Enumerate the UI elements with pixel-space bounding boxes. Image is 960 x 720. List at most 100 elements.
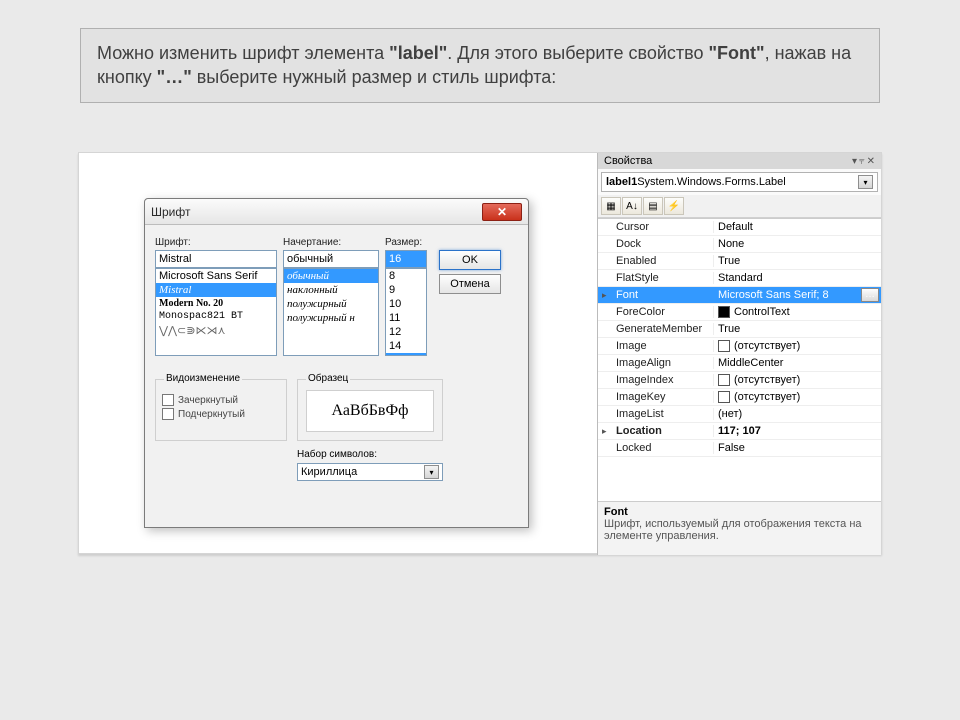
list-item[interactable]: Microsoft Sans Serif	[156, 269, 276, 283]
ok-button[interactable]: OK	[439, 250, 501, 270]
property-name: GenerateMember	[598, 323, 714, 335]
color-swatch-icon	[718, 340, 730, 352]
property-name: ImageIndex	[598, 374, 714, 386]
instr-t1: Можно изменить шрифт элемента	[97, 43, 389, 63]
sample-group: Образец АаBбБвФф	[297, 379, 443, 441]
size-input[interactable]: 16	[385, 250, 427, 268]
instr-t4: выберите нужный размер и стиль шрифта:	[192, 67, 557, 87]
list-item[interactable]: 11	[386, 311, 426, 325]
property-row[interactable]: DockNone	[598, 236, 881, 253]
list-item[interactable]: Mistral	[156, 283, 276, 297]
group-label: Видоизменение	[164, 373, 242, 384]
close-button[interactable]: ✕	[482, 203, 522, 221]
property-row[interactable]: ▸Location117; 107	[598, 423, 881, 440]
property-row[interactable]: CursorDefault	[598, 219, 881, 236]
instr-t2: . Для этого выберите свойство	[447, 43, 708, 63]
expand-icon[interactable]: ▸	[602, 290, 607, 301]
list-item[interactable]: полужирный н	[284, 311, 378, 325]
list-item[interactable]: 12	[386, 325, 426, 339]
object-selector[interactable]: label1 System.Windows.Forms.Label ▾	[601, 172, 878, 192]
events-button[interactable]: ⚡	[664, 197, 684, 215]
property-value[interactable]: True	[714, 255, 881, 267]
property-value[interactable]: (отсутствует)	[714, 374, 881, 386]
instruction-panel: Можно изменить шрифт элемента "label". Д…	[80, 28, 880, 103]
close-icon[interactable]: ✕	[867, 156, 875, 167]
style-input[interactable]: обычный	[283, 250, 379, 268]
ellipsis-button[interactable]: …	[861, 288, 879, 302]
group-label: Образец	[306, 373, 350, 384]
property-value[interactable]: ControlText	[714, 306, 881, 318]
pin-icon[interactable]: ⫧	[859, 156, 865, 167]
label-font: Шрифт:	[155, 237, 277, 248]
properties-panel: Свойства ▾ ⫧ ✕ label1 System.Windows.For…	[597, 153, 881, 555]
cancel-button[interactable]: Отмена	[439, 274, 501, 294]
underline-checkbox[interactable]: Подчеркнутый	[162, 408, 280, 420]
property-name: ImageKey	[598, 391, 714, 403]
list-item[interactable]: 14	[386, 339, 426, 353]
color-swatch-icon	[718, 306, 730, 318]
property-row[interactable]: ▸FontMicrosoft Sans Serif; 8…	[598, 287, 881, 304]
alphabetical-button[interactable]: A↓	[622, 197, 642, 215]
list-item[interactable]: Monospac821 BT	[156, 310, 276, 323]
property-row[interactable]: EnabledTrue	[598, 253, 881, 270]
style-list[interactable]: обычный наклонный полужирный полужирный …	[283, 268, 379, 356]
chevron-down-icon: ▾	[858, 175, 873, 189]
property-value[interactable]: 117; 107	[714, 425, 881, 437]
property-row[interactable]: LockedFalse	[598, 440, 881, 457]
list-item[interactable]: Modern No. 20	[156, 297, 276, 310]
list-item[interactable]: ⋁⋀⊂⋑⋉⋊⋏	[156, 323, 276, 338]
property-name: Enabled	[598, 255, 714, 267]
property-value[interactable]: (отсутствует)	[714, 340, 881, 352]
property-value[interactable]: (отсутствует)	[714, 391, 881, 403]
object-type: System.Windows.Forms.Label	[637, 176, 786, 188]
expand-icon[interactable]: ▸	[602, 426, 607, 437]
list-item[interactable]: 8	[386, 269, 426, 283]
list-item[interactable]: 10	[386, 297, 426, 311]
color-swatch-icon	[718, 391, 730, 403]
property-value[interactable]: Default	[714, 221, 881, 233]
list-item[interactable]: полужирный	[284, 297, 378, 311]
properties-header[interactable]: Свойства ▾ ⫧ ✕	[598, 153, 881, 169]
color-swatch-icon	[718, 374, 730, 386]
desc-text: Шрифт, используемый для отображения текс…	[604, 518, 875, 542]
effects-group: Видоизменение Зачеркнутый Подчеркнутый	[155, 379, 287, 441]
property-row[interactable]: ImageAlignMiddleCenter	[598, 355, 881, 372]
properties-button[interactable]: ▤	[643, 197, 663, 215]
property-name: Cursor	[598, 221, 714, 233]
instr-b3: "…"	[157, 67, 192, 87]
checkbox-icon	[162, 394, 174, 406]
property-value[interactable]: Standard	[714, 272, 881, 284]
font-input[interactable]: Mistral	[155, 250, 277, 268]
font-list[interactable]: Microsoft Sans Serif Mistral Modern No. …	[155, 268, 277, 356]
property-value[interactable]: MiddleCenter	[714, 357, 881, 369]
property-value[interactable]: False	[714, 442, 881, 454]
titlebar[interactable]: Шрифт ✕	[145, 199, 528, 225]
property-row[interactable]: ImageIndex(отсутствует)	[598, 372, 881, 389]
panel-title: Свойства	[604, 155, 652, 167]
list-item[interactable]: 16	[386, 353, 426, 356]
property-value[interactable]: Microsoft Sans Serif; 8…	[714, 288, 881, 302]
property-row[interactable]: ImageKey(отсутствует)	[598, 389, 881, 406]
property-value[interactable]: True	[714, 323, 881, 335]
charset-select[interactable]: Кириллица ▾	[297, 463, 443, 481]
dialog-body: Шрифт: Mistral Microsoft Sans Serif Mist…	[145, 225, 528, 364]
properties-grid[interactable]: CursorDefaultDockNoneEnabledTrueFlatStyl…	[598, 218, 881, 501]
property-value[interactable]: (нет)	[714, 408, 881, 420]
property-row[interactable]: ForeColorControlText	[598, 304, 881, 321]
properties-toolbar: ▦ A↓ ▤ ⚡	[598, 195, 881, 218]
sample-box: АаBбБвФф	[306, 390, 434, 432]
categorized-button[interactable]: ▦	[601, 197, 621, 215]
dropdown-icon[interactable]: ▾	[852, 156, 857, 167]
label-size: Размер:	[385, 237, 427, 248]
list-item[interactable]: 9	[386, 283, 426, 297]
property-value[interactable]: None	[714, 238, 881, 250]
list-item[interactable]: обычный	[284, 269, 378, 283]
desc-name: Font	[604, 506, 875, 518]
strike-checkbox[interactable]: Зачеркнутый	[162, 394, 280, 406]
property-row[interactable]: FlatStyleStandard	[598, 270, 881, 287]
property-row[interactable]: Image(отсутствует)	[598, 338, 881, 355]
property-row[interactable]: ImageList(нет)	[598, 406, 881, 423]
list-item[interactable]: наклонный	[284, 283, 378, 297]
size-list[interactable]: 8 9 10 11 12 14 16	[385, 268, 427, 356]
property-row[interactable]: GenerateMemberTrue	[598, 321, 881, 338]
